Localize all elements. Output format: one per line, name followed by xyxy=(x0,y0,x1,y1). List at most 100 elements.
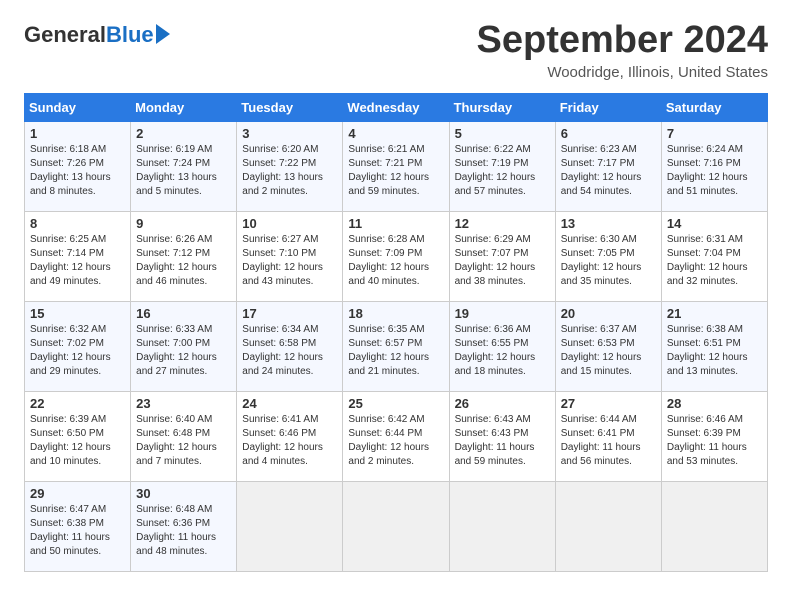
day-number: 8 xyxy=(30,216,125,231)
cell-info: Sunrise: 6:48 AMSunset: 6:36 PMDaylight:… xyxy=(136,504,216,557)
week-row-5: 29 Sunrise: 6:47 AMSunset: 6:38 PMDayligh… xyxy=(25,481,768,571)
day-number: 15 xyxy=(30,306,125,321)
cell-info: Sunrise: 6:32 AMSunset: 7:02 PMDaylight:… xyxy=(30,324,111,377)
cell-info: Sunrise: 6:44 AMSunset: 6:41 PMDaylight:… xyxy=(561,414,641,467)
calendar-table: SundayMondayTuesdayWednesdayThursdayFrid… xyxy=(24,93,768,572)
calendar-cell: 24 Sunrise: 6:41 AMSunset: 6:46 PMDayligh… xyxy=(237,391,343,481)
day-number: 24 xyxy=(242,396,337,411)
calendar-cell: 1 Sunrise: 6:18 AMSunset: 7:26 PMDaylight… xyxy=(25,121,131,211)
cell-info: Sunrise: 6:41 AMSunset: 6:46 PMDaylight:… xyxy=(242,414,323,467)
cell-info: Sunrise: 6:35 AMSunset: 6:57 PMDaylight:… xyxy=(348,324,429,377)
calendar-cell: 9Sunrise: 6:26 AMSunset: 7:12 PMDaylight… xyxy=(131,211,237,301)
cell-info: Sunrise: 6:25 AMSunset: 7:14 PMDaylight:… xyxy=(30,234,111,287)
header-day-wednesday: Wednesday xyxy=(343,93,449,121)
day-number: 13 xyxy=(561,216,656,231)
day-number: 25 xyxy=(348,396,443,411)
cell-info: Sunrise: 6:22 AMSunset: 7:19 PMDaylight:… xyxy=(455,144,536,197)
calendar-cell: 30Sunrise: 6:48 AMSunset: 6:36 PMDayligh… xyxy=(131,481,237,571)
calendar-cell: 16Sunrise: 6:33 AMSunset: 7:00 PMDayligh… xyxy=(131,301,237,391)
calendar-cell: 15 Sunrise: 6:32 AMSunset: 7:02 PMDayligh… xyxy=(25,301,131,391)
calendar-cell: 14Sunrise: 6:31 AMSunset: 7:04 PMDayligh… xyxy=(661,211,767,301)
cell-info: Sunrise: 6:46 AMSunset: 6:39 PMDaylight:… xyxy=(667,414,747,467)
calendar-cell: 13 Sunrise: 6:30 AMSunset: 7:05 PMDayligh… xyxy=(555,211,661,301)
calendar-cell: 8 Sunrise: 6:25 AMSunset: 7:14 PMDaylight… xyxy=(25,211,131,301)
calendar-cell: 22 Sunrise: 6:39 AMSunset: 6:50 PMDayligh… xyxy=(25,391,131,481)
calendar-cell: 3 Sunrise: 6:20 AMSunset: 7:22 PMDaylight… xyxy=(237,121,343,211)
header-row: SundayMondayTuesdayWednesdayThursdayFrid… xyxy=(25,93,768,121)
cell-info: Sunrise: 6:31 AMSunset: 7:04 PMDaylight:… xyxy=(667,234,748,287)
week-row-4: 22 Sunrise: 6:39 AMSunset: 6:50 PMDayligh… xyxy=(25,391,768,481)
calendar-cell xyxy=(661,481,767,571)
header: GeneralBlue September 2024 Woodridge, Il… xyxy=(24,20,768,81)
calendar-cell: 23 Sunrise: 6:40 AMSunset: 6:48 PMDayligh… xyxy=(131,391,237,481)
week-row-3: 15 Sunrise: 6:32 AMSunset: 7:02 PMDayligh… xyxy=(25,301,768,391)
calendar-cell: 28 Sunrise: 6:46 AMSunset: 6:39 PMDayligh… xyxy=(661,391,767,481)
month-title: September 2024 xyxy=(477,20,769,62)
calendar-cell: 25 Sunrise: 6:42 AMSunset: 6:44 PMDayligh… xyxy=(343,391,449,481)
day-number: 27 xyxy=(561,396,656,411)
cell-info: Sunrise: 6:40 AMSunset: 6:48 PMDaylight:… xyxy=(136,414,217,467)
cell-info: Sunrise: 6:39 AMSunset: 6:50 PMDaylight:… xyxy=(30,414,111,467)
day-number: 11 xyxy=(348,216,443,231)
cell-info: Sunrise: 6:26 AMSunset: 7:12 PMDaylight:… xyxy=(136,234,217,287)
cell-info: Sunrise: 6:18 AMSunset: 7:26 PMDaylight:… xyxy=(30,144,111,197)
day-number: 1 xyxy=(30,126,125,141)
logo-general: General xyxy=(24,24,106,46)
calendar-cell: 10Sunrise: 6:27 AMSunset: 7:10 PMDayligh… xyxy=(237,211,343,301)
header-day-tuesday: Tuesday xyxy=(237,93,343,121)
day-number: 29 xyxy=(30,486,125,501)
cell-info: Sunrise: 6:37 AMSunset: 6:53 PMDaylight:… xyxy=(561,324,642,377)
logo: GeneralBlue xyxy=(24,24,170,46)
day-number: 5 xyxy=(455,126,550,141)
day-number: 3 xyxy=(242,126,337,141)
day-number: 2 xyxy=(136,126,231,141)
calendar-cell: 2 Sunrise: 6:19 AMSunset: 7:24 PMDaylight… xyxy=(131,121,237,211)
cell-info: Sunrise: 6:33 AMSunset: 7:00 PMDaylight:… xyxy=(136,324,217,377)
calendar-cell: 5 Sunrise: 6:22 AMSunset: 7:19 PMDaylight… xyxy=(449,121,555,211)
calendar-cell xyxy=(555,481,661,571)
cell-info: Sunrise: 6:30 AMSunset: 7:05 PMDaylight:… xyxy=(561,234,642,287)
header-day-thursday: Thursday xyxy=(449,93,555,121)
cell-info: Sunrise: 6:38 AMSunset: 6:51 PMDaylight:… xyxy=(667,324,748,377)
calendar-cell: 11 Sunrise: 6:28 AMSunset: 7:09 PMDayligh… xyxy=(343,211,449,301)
day-number: 26 xyxy=(455,396,550,411)
calendar-header: SundayMondayTuesdayWednesdayThursdayFrid… xyxy=(25,93,768,121)
calendar-cell: 27 Sunrise: 6:44 AMSunset: 6:41 PMDayligh… xyxy=(555,391,661,481)
cell-info: Sunrise: 6:24 AMSunset: 7:16 PMDaylight:… xyxy=(667,144,748,197)
day-number: 20 xyxy=(561,306,656,321)
header-day-friday: Friday xyxy=(555,93,661,121)
cell-info: Sunrise: 6:42 AMSunset: 6:44 PMDaylight:… xyxy=(348,414,429,467)
calendar-cell: 21 Sunrise: 6:38 AMSunset: 6:51 PMDayligh… xyxy=(661,301,767,391)
cell-info: Sunrise: 6:36 AMSunset: 6:55 PMDaylight:… xyxy=(455,324,536,377)
cell-info: Sunrise: 6:29 AMSunset: 7:07 PMDaylight:… xyxy=(455,234,536,287)
cell-info: Sunrise: 6:47 AMSunset: 6:38 PMDaylight:… xyxy=(30,504,110,557)
day-number: 22 xyxy=(30,396,125,411)
calendar-cell: 19 Sunrise: 6:36 AMSunset: 6:55 PMDayligh… xyxy=(449,301,555,391)
cell-info: Sunrise: 6:21 AMSunset: 7:21 PMDaylight:… xyxy=(348,144,429,197)
logo-arrow-icon xyxy=(156,24,170,44)
header-day-sunday: Sunday xyxy=(25,93,131,121)
day-number: 19 xyxy=(455,306,550,321)
calendar-cell: 6Sunrise: 6:23 AMSunset: 7:17 PMDaylight… xyxy=(555,121,661,211)
header-day-monday: Monday xyxy=(131,93,237,121)
day-number: 18 xyxy=(348,306,443,321)
calendar-cell: 29 Sunrise: 6:47 AMSunset: 6:38 PMDayligh… xyxy=(25,481,131,571)
day-number: 21 xyxy=(667,306,762,321)
day-number: 23 xyxy=(136,396,231,411)
cell-info: Sunrise: 6:20 AMSunset: 7:22 PMDaylight:… xyxy=(242,144,323,197)
calendar-cell xyxy=(449,481,555,571)
day-number: 17 xyxy=(242,306,337,321)
calendar-cell: 18 Sunrise: 6:35 AMSunset: 6:57 PMDayligh… xyxy=(343,301,449,391)
day-number: 7 xyxy=(667,126,762,141)
calendar-cell: 7 Sunrise: 6:24 AMSunset: 7:16 PMDaylight… xyxy=(661,121,767,211)
calendar-cell xyxy=(343,481,449,571)
day-number: 10 xyxy=(242,216,337,231)
calendar-cell: 26Sunrise: 6:43 AMSunset: 6:43 PMDayligh… xyxy=(449,391,555,481)
cell-info: Sunrise: 6:23 AMSunset: 7:17 PMDaylight:… xyxy=(561,144,642,197)
day-number: 28 xyxy=(667,396,762,411)
cell-info: Sunrise: 6:28 AMSunset: 7:09 PMDaylight:… xyxy=(348,234,429,287)
cell-info: Sunrise: 6:19 AMSunset: 7:24 PMDaylight:… xyxy=(136,144,217,197)
week-row-1: 1 Sunrise: 6:18 AMSunset: 7:26 PMDaylight… xyxy=(25,121,768,211)
calendar-cell xyxy=(237,481,343,571)
calendar-cell: 17Sunrise: 6:34 AMSunset: 6:58 PMDayligh… xyxy=(237,301,343,391)
